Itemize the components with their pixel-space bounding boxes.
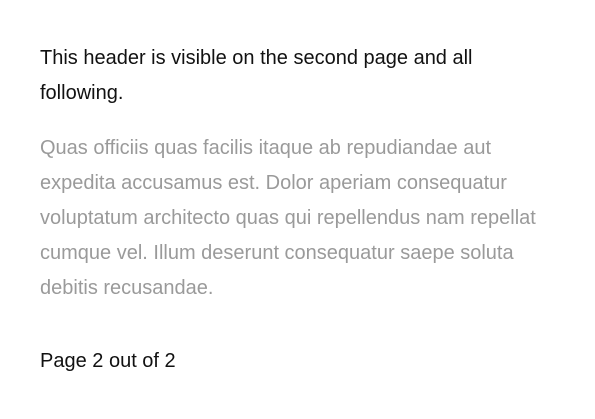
body-paragraph: Quas officiis quas facilis itaque ab rep… [40, 137, 536, 299]
page-footer: Page 2 out of 2 [40, 350, 176, 372]
page-header: This header is visible on the second pag… [40, 47, 473, 104]
document-page: This header is visible on the second pag… [0, 0, 595, 419]
